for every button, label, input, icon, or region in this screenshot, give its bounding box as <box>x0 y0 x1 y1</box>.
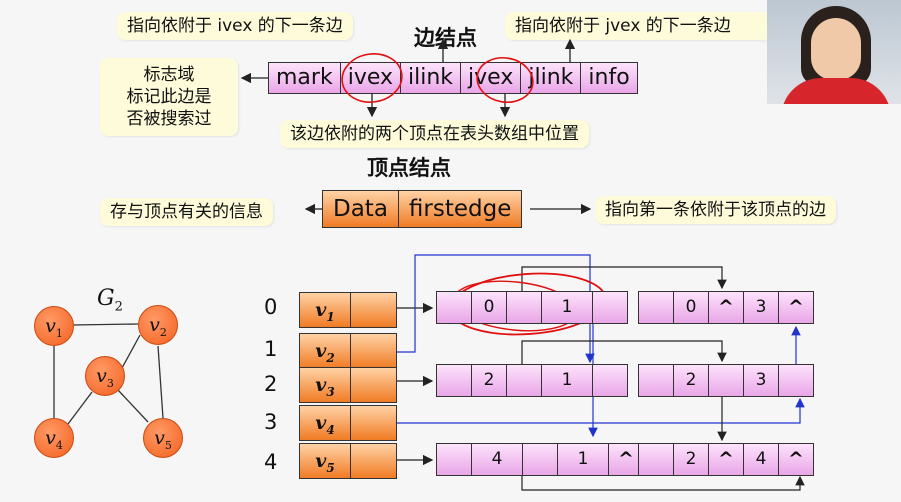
head-vertex-letter: v <box>315 412 327 434</box>
graph-title-sub: 2 <box>114 299 123 315</box>
head-index-0: 0 <box>264 295 278 319</box>
edge-ilink: ^ <box>709 292 744 323</box>
head-data-v1: v1 <box>300 293 351 327</box>
head-firstedge-v4 <box>351 406 396 440</box>
graph-vertex-v5: v5 <box>143 418 183 458</box>
graph-vertex-letter: v <box>149 314 160 336</box>
graph-title: G2 <box>97 286 123 314</box>
head-index-2: 2 <box>264 372 278 396</box>
edge-jvex: 3 <box>744 365 779 396</box>
edge-ilink: ^ <box>709 444 744 475</box>
head-vertex-sub: 2 <box>326 350 335 365</box>
edge-jlink <box>593 292 627 323</box>
graph-vertex-label: 1 <box>55 326 63 340</box>
head-vertex-letter: v <box>315 450 327 472</box>
graph-vertex-letter: v <box>45 427 56 449</box>
head-cell-v4: v4 <box>299 405 397 441</box>
edge-jvex: 4 <box>744 444 779 475</box>
edge-ivex: 0 <box>472 292 507 323</box>
presenter-webcam <box>767 0 901 104</box>
ptr-v4-first <box>375 397 805 424</box>
head-vertex-sub: 5 <box>326 460 335 475</box>
head-firstedge-v1 <box>351 293 396 327</box>
edge-node-v5-v2: 4 1 ^ <box>436 443 644 476</box>
head-vertex-letter: v <box>315 340 327 362</box>
graph-title-letter: G <box>97 286 115 311</box>
presenter-face <box>811 18 861 80</box>
edge-jlink <box>779 365 813 396</box>
head-vertex-sub: 3 <box>326 384 335 399</box>
graph-edge-v3-v5 <box>117 389 149 423</box>
head-vertex-sub: 1 <box>326 309 335 324</box>
edge-mark <box>639 444 674 475</box>
head-firstedge-v5 <box>351 444 396 478</box>
head-index-4: 4 <box>264 450 278 474</box>
link-e21-ilink <box>521 340 727 364</box>
graph-vertex-v2: v2 <box>138 305 178 345</box>
edge-ivex: 2 <box>472 365 507 396</box>
edge-node-v3-v2: 2 1 <box>436 364 628 397</box>
edge-jlink: ^ <box>788 296 804 318</box>
head-data-v5: v5 <box>300 444 351 478</box>
graph-vertex-v4: v4 <box>34 418 74 458</box>
edge-ilink <box>709 365 744 396</box>
graph-edge-v2-v5 <box>157 345 164 419</box>
edge-ivex: 4 <box>472 444 523 475</box>
graph-vertex-label: 4 <box>55 438 63 452</box>
graph-vertex-label: 5 <box>164 438 172 452</box>
head-firstedge-v3 <box>351 368 396 402</box>
graph-edge-v2-v3 <box>121 334 141 369</box>
graph-vertex-letter: v <box>154 427 165 449</box>
edge-ilink <box>507 292 542 323</box>
graph-edge-v1-v2 <box>71 323 139 326</box>
head-cell-v2: v2 <box>299 333 397 369</box>
edge-node-v3-v5: 2 ^ 4 ^ <box>638 443 814 476</box>
edge-ivex: 2 <box>674 365 709 396</box>
link-e41-ilink <box>521 475 805 491</box>
head-vertex-letter: v <box>315 299 327 321</box>
edge-ivex: 0 <box>674 292 709 323</box>
edge-node-v1-v2: 0 1 <box>436 291 628 324</box>
diagram-connectors <box>53 38 805 491</box>
edge-ilink <box>523 444 558 475</box>
edge-jvex: 3 <box>744 292 779 323</box>
head-vertex-sub: 4 <box>326 422 335 437</box>
head-index-3: 3 <box>264 410 278 434</box>
head-cell-v1: v1 <box>299 292 397 328</box>
graph-vertex-letter: v <box>96 365 107 387</box>
edge-jlink: ^ <box>788 448 804 470</box>
graph-vertex-letter: v <box>45 315 56 337</box>
graph-vertex-label: 2 <box>159 325 167 339</box>
graph-vertex-label: 3 <box>106 376 114 390</box>
head-cell-v5: v5 <box>299 443 397 479</box>
edge-mark <box>639 365 674 396</box>
edge-node-v1-v4: 0 ^ 3 ^ <box>638 291 814 324</box>
edge-ivex: 2 <box>674 444 709 475</box>
head-cell-v3: v3 <box>299 367 397 403</box>
edge-mark <box>437 365 472 396</box>
edge-mark <box>437 292 472 323</box>
head-vertex-letter: v <box>315 374 327 396</box>
head-data-v2: v2 <box>300 334 351 368</box>
graph-vertex-v1: v1 <box>34 306 74 346</box>
head-index-1: 1 <box>264 337 278 361</box>
edge-jvex: 1 <box>542 365 593 396</box>
edge-node-v3-v4: 2 3 <box>638 364 814 397</box>
edge-jvex: 1 <box>558 444 609 475</box>
link-e01-ilink <box>521 266 727 291</box>
edge-mark <box>437 444 472 475</box>
head-firstedge-v2 <box>351 334 396 368</box>
presenter-body <box>781 78 891 104</box>
graph-vertex-v3: v3 <box>85 356 125 396</box>
edge-ilink <box>507 365 542 396</box>
edge-jlink <box>593 365 627 396</box>
head-data-v4: v4 <box>300 406 351 440</box>
edge-jvex: 1 <box>542 292 593 323</box>
edge-mark <box>639 292 674 323</box>
graph-edge-v3-v4 <box>67 391 93 425</box>
head-data-v3: v3 <box>300 368 351 402</box>
